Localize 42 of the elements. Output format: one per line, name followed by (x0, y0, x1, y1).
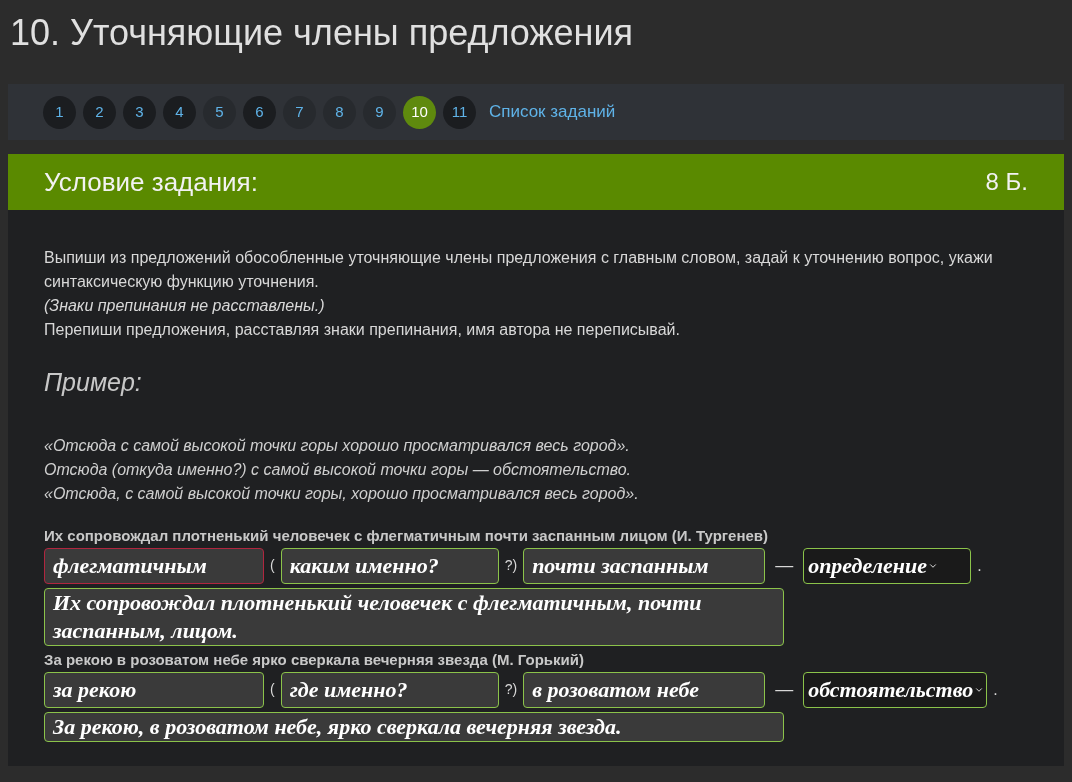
page-number-button[interactable]: 4 (163, 95, 196, 129)
page-number-button[interactable]: 9 (363, 95, 396, 129)
page-number-button[interactable]: 3 (123, 95, 156, 129)
dash-text: — (775, 678, 794, 701)
instruction-note: (Знаки препинания не расставлены.) (44, 296, 326, 316)
paren-text: ( (270, 680, 275, 699)
page-number-button[interactable]: 10 (403, 95, 436, 129)
instruction-text: Выпиши из предложений обособленные уточняющие члены предложения с главным словом, задай к уточнению вопрос, укажи синтаксическую функцию уточнения. (44, 248, 994, 292)
function-dropdown[interactable]: обстоятельство (803, 671, 988, 708)
example-line: «Отсюда с самой высокой точки горы хорошо просматривался весь город». (44, 435, 631, 456)
page-number-button[interactable]: 11 (443, 95, 476, 129)
page-number-button[interactable]: 2 (83, 95, 116, 129)
task-header-title: Условие задания: (44, 165, 258, 199)
answer-field[interactable]: в розоватом небе (523, 671, 766, 708)
period-text: . (977, 555, 982, 576)
page-number-button[interactable]: 8 (323, 95, 356, 129)
rewrite-field[interactable]: Их сопровождал плотненький человечек с флегматичным, почти заспанным, лицом. (44, 587, 784, 646)
paren-text: ?) (504, 680, 518, 699)
example-heading: Пример: (44, 367, 143, 398)
exercise-sentence: Их сопровождал плотненький человечек с флегматичным почти заспанным лицом (И. Тургенев) (44, 525, 770, 546)
page-number-button[interactable]: 6 (243, 95, 276, 129)
period-text: . (993, 679, 998, 700)
rewrite-field[interactable]: За рекою, в розоватом небе, ярко сверкала вечерняя звезда. (44, 711, 784, 742)
page-number-button[interactable]: 7 (283, 95, 316, 129)
points-label: 8 Б. (985, 167, 1028, 197)
example-line: Отсюда (откуда именно?) с самой высокой точки горы — обстоятельство. (44, 459, 633, 480)
page-number-button[interactable]: 5 (203, 95, 236, 129)
answer-field[interactable]: за рекою (44, 671, 264, 708)
task-list-link[interactable]: Список заданий (489, 99, 616, 125)
function-dropdown[interactable]: определение (803, 547, 972, 584)
answer-field[interactable]: где именно? (280, 671, 499, 708)
answer-field[interactable]: почти заспанным (523, 547, 766, 584)
answer-field[interactable]: флегматичным (44, 547, 264, 584)
example-line: «Отсюда, с самой высокой точки горы, хорошо просматривался весь город». (44, 483, 640, 504)
paren-text: ( (270, 556, 275, 575)
exercise-sentence: За рекою в розоватом небе ярко сверкала вечерняя звезда (М. Горький) (44, 649, 585, 670)
answer-field[interactable]: каким именно? (280, 547, 499, 584)
page-number-button[interactable]: 1 (43, 95, 76, 129)
dash-text: — (775, 554, 794, 577)
instruction-text: Перепиши предложения, расставляя знаки препинания, имя автора не переписывай. (44, 320, 681, 340)
paren-text: ?) (504, 556, 518, 575)
page-title: 10. Уточняющие члены предложения (9, 11, 635, 55)
